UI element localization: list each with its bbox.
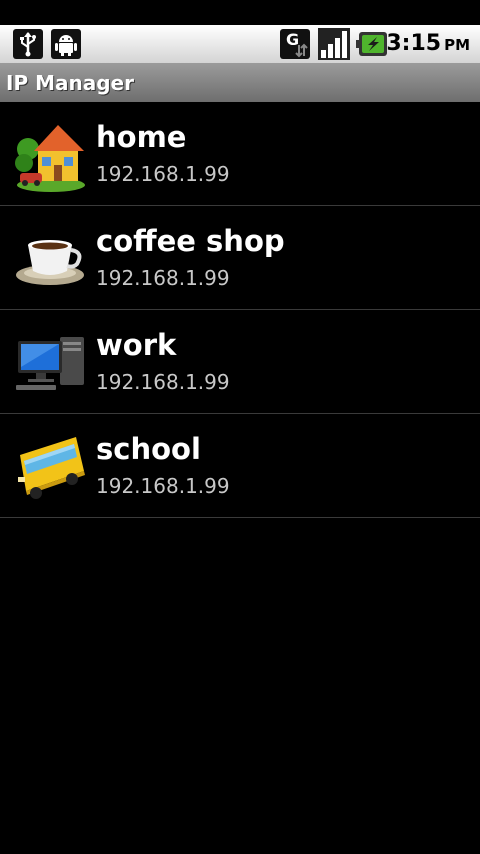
android-debug-icon xyxy=(51,29,81,59)
coffee-cup-icon xyxy=(16,240,84,285)
list-item-home[interactable]: home 192.168.1.99 xyxy=(0,102,480,206)
signal-icon xyxy=(318,28,350,60)
app-title-bar: IP Manager xyxy=(0,64,480,102)
clock-time: 3:15 xyxy=(386,31,442,56)
location-ip: 192.168.1.99 xyxy=(96,266,230,290)
list-item-school[interactable]: school 192.168.1.99 xyxy=(0,414,480,518)
app-title: IP Manager xyxy=(6,71,134,95)
location-ip: 192.168.1.99 xyxy=(96,162,230,186)
location-name: home xyxy=(96,120,187,154)
school-bus-icon xyxy=(18,437,85,499)
list-item-work[interactable]: work 192.168.1.99 xyxy=(0,310,480,414)
clock: 3:15 PM xyxy=(386,30,470,59)
list-item-coffee-shop[interactable]: coffee shop 192.168.1.99 xyxy=(0,206,480,310)
computer-icon xyxy=(16,337,84,390)
battery-charging-icon xyxy=(356,32,387,56)
top-bezel xyxy=(0,0,480,25)
gprs-data-icon: G xyxy=(280,29,310,59)
usb-icon xyxy=(13,29,43,59)
location-name: work xyxy=(96,328,177,362)
location-name: coffee shop xyxy=(96,224,285,258)
house-icon xyxy=(15,125,85,192)
location-list: home 192.168.1.99 coffee shop 192.168.1.… xyxy=(0,102,480,518)
location-ip: 192.168.1.99 xyxy=(96,474,230,498)
clock-ampm: PM xyxy=(444,36,470,54)
network-type-label: G xyxy=(286,30,300,49)
location-name: school xyxy=(96,432,201,466)
status-bar: G 3:15 PM xyxy=(0,25,480,64)
location-ip: 192.168.1.99 xyxy=(96,370,230,394)
